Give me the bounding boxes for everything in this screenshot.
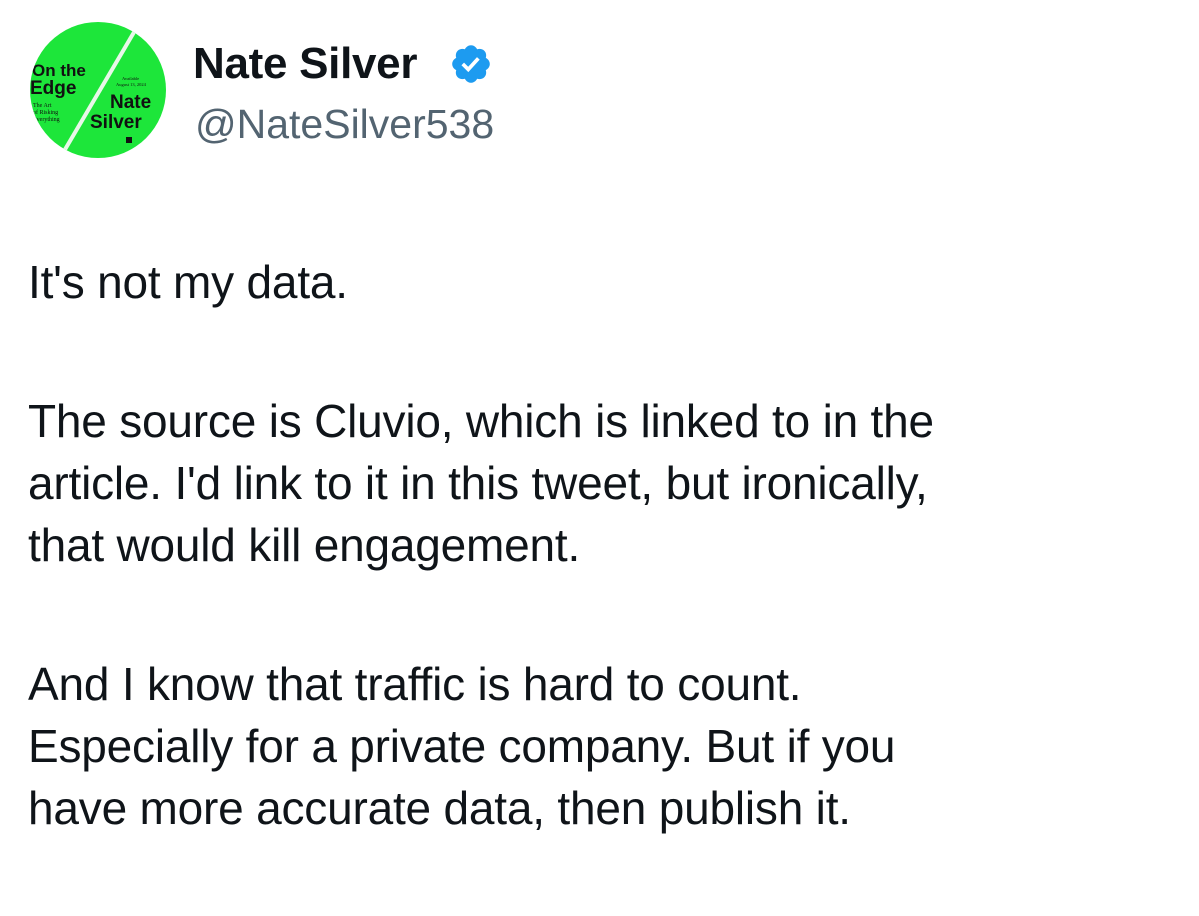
tweet-line: have more accurate data, then publish it… (28, 782, 851, 834)
author-avatar[interactable]: On the Edge The Art of Risking Everythin… (30, 22, 166, 158)
avatar-subtitle-line2: of Risking (33, 109, 58, 116)
tweet-line: The source is Cluvio, which is linked to… (28, 395, 934, 447)
author-name[interactable]: Nate Silver (193, 36, 417, 92)
tweet-paragraph: And I know that traffic is hard to count… (28, 653, 1178, 839)
book-cover-avatar-icon: On the Edge The Art of Risking Everythin… (30, 22, 151, 158)
tweet-line: article. I'd link to it in this tweet, b… (28, 457, 928, 509)
avatar-available-line1: Available (122, 76, 139, 81)
avatar-available-line2: August 13, 2024 (116, 82, 147, 88)
author-handle[interactable]: @NateSilver538 (195, 98, 494, 150)
avatar-subtitle-line1: The Art (33, 103, 52, 109)
tweet-line: It's not my data. (28, 256, 348, 308)
avatar-author-line1: Nate (110, 92, 151, 113)
avatar-author-line2: Silver (90, 112, 142, 133)
tweet-paragraph: It's not my data. (28, 251, 1178, 313)
tweet-line: Especially for a private company. But if… (28, 720, 896, 772)
avatar-title-line2: Edge (30, 78, 76, 99)
tweet-line: And I know that traffic is hard to count… (28, 658, 802, 710)
tweet-text: It's not my data. The source is Cluvio, … (28, 251, 1178, 916)
tweet-paragraph: The source is Cluvio, which is linked to… (28, 390, 1178, 576)
verified-badge-icon (452, 45, 490, 83)
avatar-subtitle-line3: Everything (33, 117, 60, 123)
tweet-line: that would kill engagement. (28, 519, 581, 571)
